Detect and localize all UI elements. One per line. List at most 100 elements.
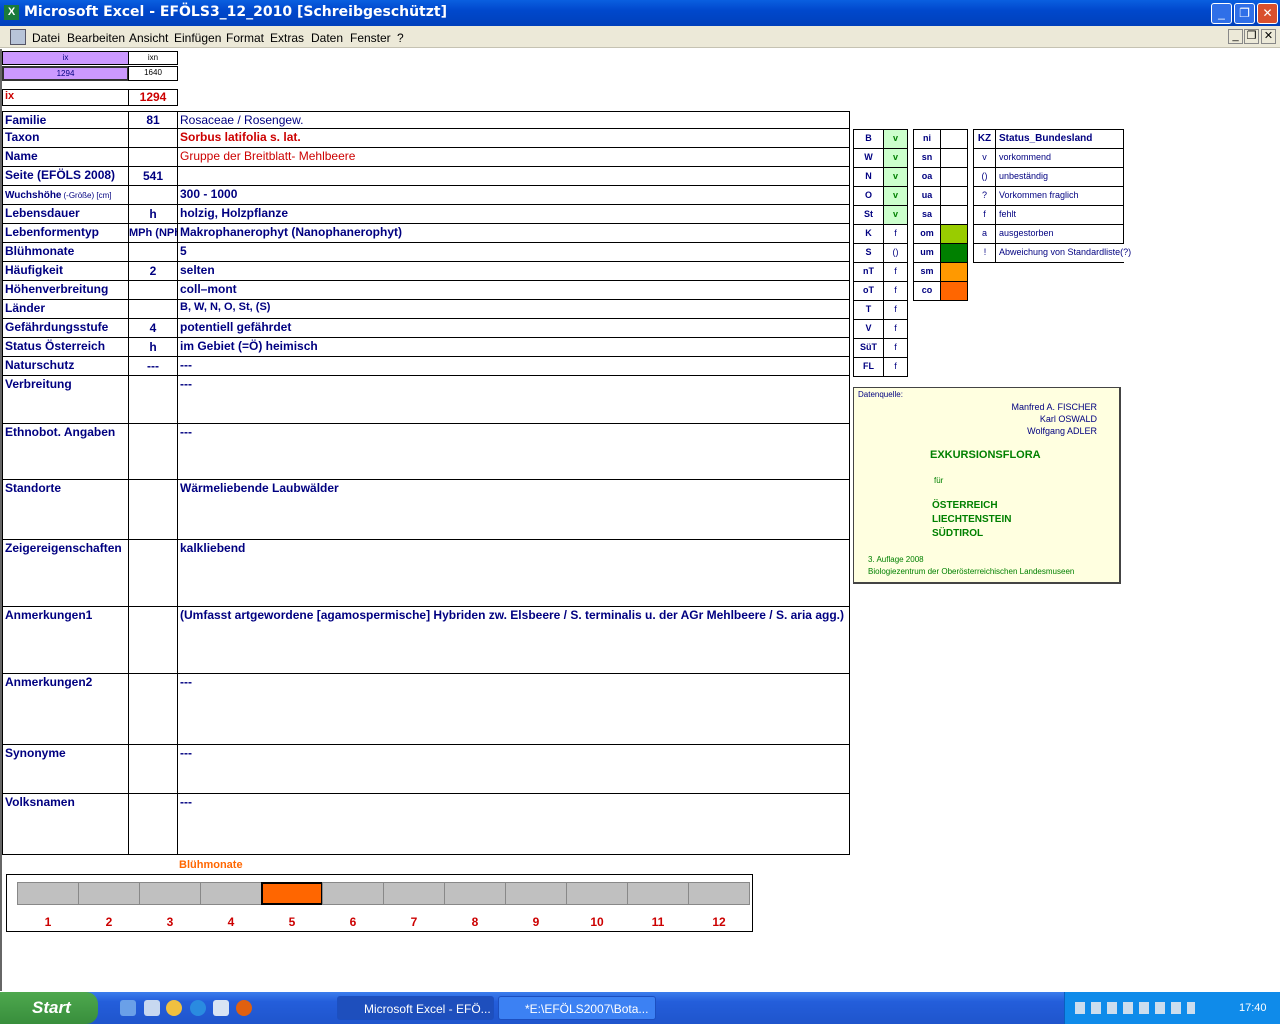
row-value[interactable]: selten [177, 261, 850, 281]
row-value[interactable]: holzig, Holzpflanze [177, 204, 850, 224]
state-status[interactable]: f [883, 300, 908, 320]
row-value[interactable]: 5 [177, 242, 850, 262]
menu-7[interactable]: Fenster [350, 31, 391, 45]
state-status[interactable]: () [883, 243, 908, 263]
row-code[interactable]: MPh (NPh [128, 223, 178, 243]
start-button[interactable]: Start [0, 992, 98, 1024]
row-code[interactable]: 2 [128, 261, 178, 281]
row-value[interactable]: --- [177, 423, 850, 480]
row-code[interactable]: h [128, 337, 178, 357]
menu-6[interactable]: Daten [311, 31, 343, 45]
state-status[interactable]: f [883, 224, 908, 244]
media-player-icon[interactable] [166, 1000, 182, 1016]
region-fill[interactable] [940, 148, 968, 168]
row-code[interactable] [128, 744, 178, 794]
row-code[interactable] [128, 539, 178, 607]
maximize-button[interactable]: ❐ [1234, 3, 1255, 24]
menu-8[interactable]: ? [397, 31, 404, 45]
row-code[interactable] [128, 280, 178, 300]
workbook-close-button[interactable]: ✕ [1261, 29, 1276, 44]
row-value[interactable]: Wärmeliebende Laubwälder [177, 479, 850, 540]
row-code[interactable] [128, 128, 178, 148]
state-status[interactable]: f [883, 319, 908, 339]
row-value[interactable]: Gruppe der Breitblatt- Mehlbeere [177, 147, 850, 167]
workbook-icon[interactable] [10, 29, 26, 45]
row-code[interactable]: h [128, 204, 178, 224]
excel-icon[interactable]: X [4, 5, 19, 20]
row-value[interactable]: Rosaceae / Rosengew. [177, 111, 850, 129]
minimize-button[interactable]: _ [1211, 3, 1232, 24]
state-status[interactable]: v [883, 186, 908, 206]
row-code[interactable] [128, 299, 178, 319]
row-value[interactable]: --- [177, 744, 850, 794]
row-code[interactable]: 81 [128, 111, 178, 129]
workbook-restore-button[interactable]: ❐ [1244, 29, 1259, 44]
row-value[interactable]: im Gebiet (=Ö) heimisch [177, 337, 850, 357]
menu-5[interactable]: Extras [270, 31, 304, 45]
menu-1[interactable]: Bearbeiten [67, 31, 125, 45]
desktop-icon[interactable] [120, 1000, 136, 1016]
menu-3[interactable]: Einfügen [174, 31, 221, 45]
row-value[interactable]: Makrophanerophyt (Nanophanerophyt) [177, 223, 850, 243]
region-fill[interactable] [940, 262, 968, 282]
row-value[interactable]: --- [177, 793, 850, 855]
state-status[interactable]: v [883, 148, 908, 168]
row-value[interactable]: 300 - 1000 [177, 185, 850, 205]
row-value[interactable]: --- [177, 356, 850, 376]
row-code[interactable]: --- [128, 356, 178, 376]
bloom-month-bar [383, 882, 445, 905]
row-code[interactable] [128, 606, 178, 674]
workbook-minimize-button[interactable]: _ [1228, 29, 1243, 44]
outlook-icon[interactable] [213, 1000, 229, 1016]
row-code[interactable]: 541 [128, 166, 178, 186]
row-code[interactable] [128, 423, 178, 480]
region-fill[interactable] [940, 205, 968, 225]
row-code[interactable] [128, 375, 178, 424]
row-value[interactable]: --- [177, 673, 850, 745]
row-value[interactable] [177, 166, 850, 186]
task-excel[interactable]: Microsoft Excel - EFÖ... [337, 996, 494, 1020]
state-status[interactable]: f [883, 357, 908, 377]
internet-explorer-icon[interactable] [190, 1000, 206, 1016]
row-value[interactable]: coll–mont [177, 280, 850, 300]
row-value[interactable]: potentiell gefährdet [177, 318, 850, 338]
row-value[interactable]: --- [177, 375, 850, 424]
region-fill[interactable] [940, 224, 968, 244]
row-label-text: Länder [5, 301, 46, 315]
row-code[interactable] [128, 185, 178, 205]
state-status[interactable]: f [883, 262, 908, 282]
row-code[interactable] [128, 479, 178, 540]
region-fill[interactable] [940, 167, 968, 187]
state-status[interactable]: v [883, 129, 908, 149]
menu-2[interactable]: Ansicht [129, 31, 168, 45]
menu-4[interactable]: Format [226, 31, 264, 45]
region-fill[interactable] [940, 186, 968, 206]
close-button[interactable]: ✕ [1257, 3, 1278, 24]
row-code[interactable] [128, 147, 178, 167]
row-code[interactable] [128, 793, 178, 855]
menu-0[interactable]: Datei [32, 31, 60, 45]
row-code[interactable] [128, 673, 178, 745]
region-fill[interactable] [940, 243, 968, 263]
region-fill[interactable] [940, 129, 968, 149]
state-status[interactable]: f [883, 338, 908, 358]
state-status[interactable]: v [883, 167, 908, 187]
ix-value[interactable]: 1294 [128, 89, 178, 106]
legend-code: ! [973, 243, 996, 263]
row-value[interactable]: kalkliebend [177, 539, 850, 607]
task-folder[interactable]: *E:\EFÖLS2007\Bota... [498, 996, 656, 1020]
row-code[interactable]: 4 [128, 318, 178, 338]
worksheet[interactable]: ix ixn 1294 1640 ix 1294 Familie 81 Rosace… [0, 49, 1280, 991]
row-code[interactable] [128, 242, 178, 262]
row-value[interactable]: B, W, N, O, St, (S) [177, 299, 850, 319]
explorer-icon[interactable] [144, 1000, 160, 1016]
tray-icons[interactable] [1075, 1002, 1195, 1014]
firefox-icon[interactable] [236, 1000, 252, 1016]
state-status[interactable]: v [883, 205, 908, 225]
region-fill[interactable] [940, 281, 968, 301]
state-status[interactable]: f [883, 281, 908, 301]
row-value[interactable]: (Umfasst artgewordene [agamospermische] … [177, 606, 850, 674]
row-value[interactable]: Sorbus latifolia s. lat. [177, 128, 850, 148]
ix-cell[interactable]: 1294 [2, 66, 129, 81]
ixn-cell[interactable]: 1640 [128, 66, 178, 81]
